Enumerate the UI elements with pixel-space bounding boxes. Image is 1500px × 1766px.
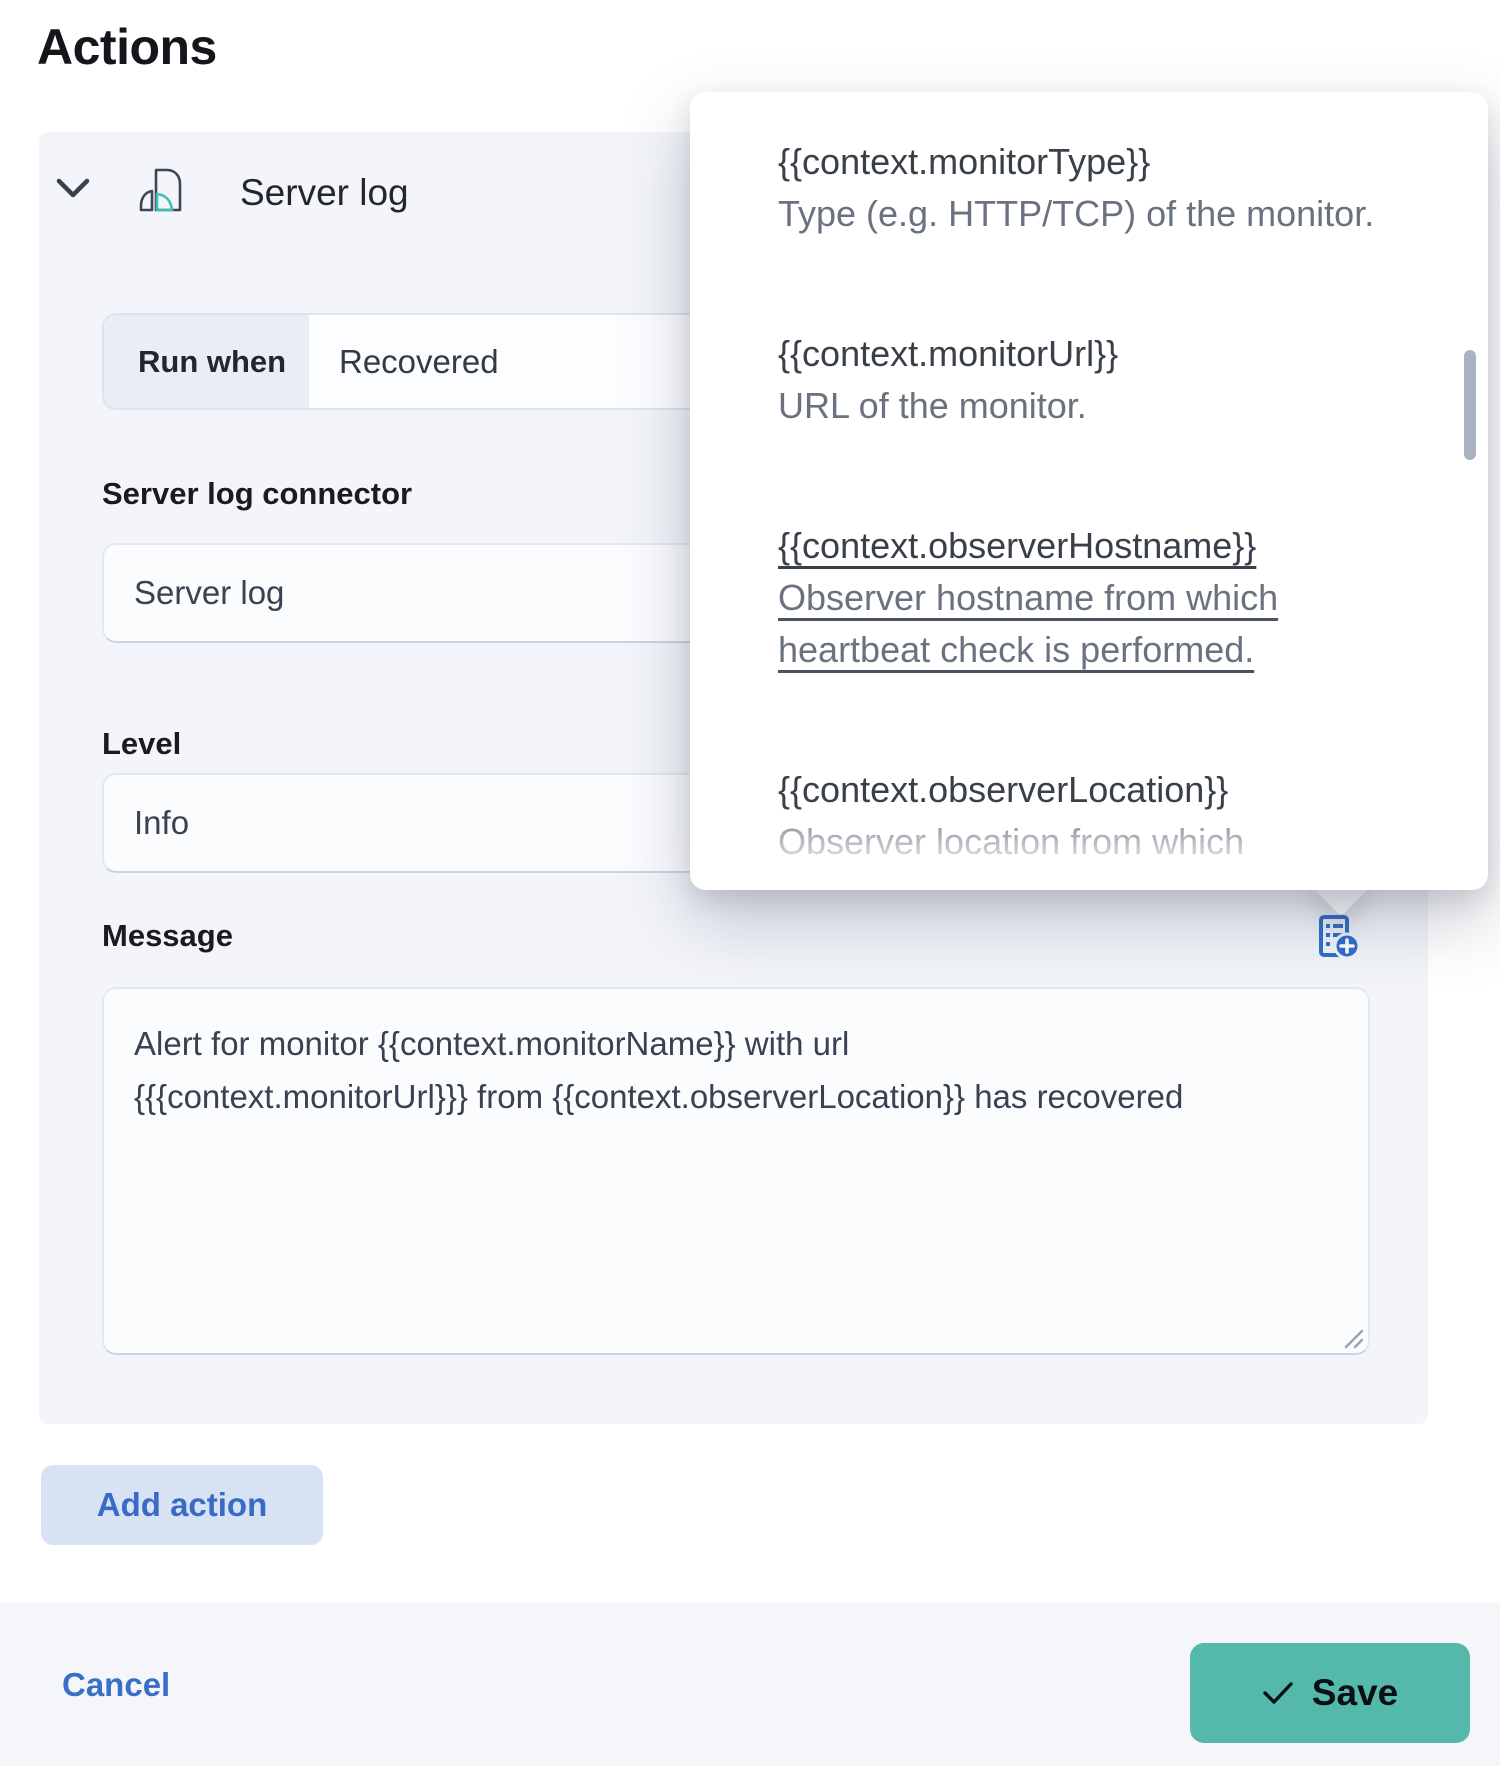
actions-page: Actions Server log Run when Recovered Se… (0, 0, 1500, 1766)
message-input[interactable]: Alert for monitor {{context.monitorName}… (102, 987, 1370, 1355)
check-icon (1262, 1680, 1294, 1706)
popover-panel: {{context.monitorType}} Type (e.g. HTTP/… (690, 92, 1488, 890)
variable-description: URL of the monitor. (778, 380, 1378, 432)
run-when-label: Run when (104, 315, 309, 408)
add-action-button[interactable]: Add action (41, 1465, 323, 1545)
action-title: Server log (240, 172, 409, 214)
add-variable-button[interactable] (1314, 915, 1362, 963)
variable-name: {{context.monitorUrl}} (778, 328, 1378, 380)
cancel-label: Cancel (62, 1666, 170, 1704)
connector-label: Server log connector (102, 476, 412, 512)
variable-name: {{context.monitorType}} (778, 136, 1378, 188)
variables-popover: {{context.monitorType}} Type (e.g. HTTP/… (690, 92, 1488, 890)
popover-scrollbar[interactable] (1464, 350, 1476, 460)
variable-name: {{context.observerLocation}} (778, 764, 1378, 816)
server-log-connector-icon (136, 166, 184, 214)
page-title: Actions (37, 18, 217, 76)
textarea-resize-handle[interactable] (1339, 1324, 1365, 1350)
level-label: Level (102, 726, 181, 762)
save-button[interactable]: Save (1190, 1643, 1470, 1743)
variable-item-monitor-url[interactable]: {{context.monitorUrl}} URL of the monito… (778, 328, 1378, 432)
variable-description: Observer location from which (778, 816, 1378, 868)
cancel-button[interactable]: Cancel (62, 1603, 170, 1766)
save-label: Save (1312, 1672, 1398, 1714)
add-action-label: Add action (97, 1486, 268, 1524)
variable-description: Observer hostname from which heartbeat c… (778, 572, 1378, 676)
footer-bar: Cancel Save (0, 1603, 1500, 1766)
variable-description: Type (e.g. HTTP/TCP) of the monitor. (778, 188, 1378, 240)
variable-item-observer-hostname[interactable]: {{context.observerHostname}} Observer ho… (778, 520, 1378, 676)
add-variable-icon (1315, 914, 1361, 965)
variable-item-observer-location[interactable]: {{context.observerLocation}} Observer lo… (778, 764, 1378, 868)
variable-item-monitor-type[interactable]: {{context.monitorType}} Type (e.g. HTTP/… (778, 136, 1378, 240)
message-label: Message (102, 918, 233, 954)
chevron-down-icon (56, 177, 90, 204)
variable-name: {{context.observerHostname}} (778, 520, 1378, 572)
collapse-action-button[interactable] (49, 168, 97, 212)
